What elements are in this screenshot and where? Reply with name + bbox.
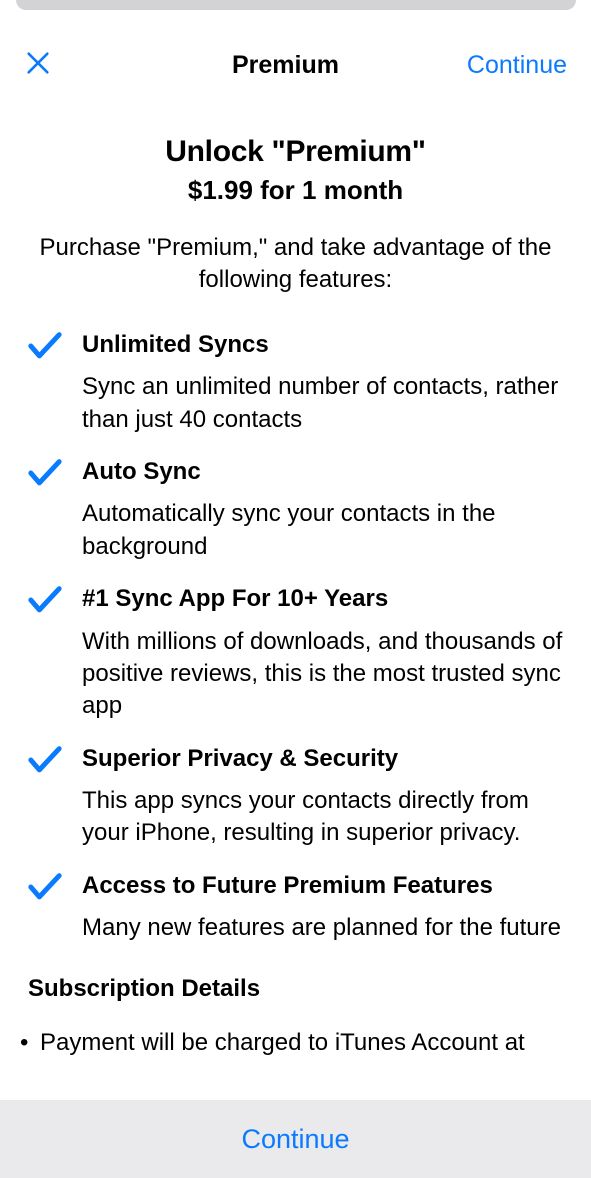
feature-description: Many new features are planned for the fu… [82,912,563,944]
feature-item: Access to Future Premium Features Many n… [28,870,563,945]
sheet-grab-handle[interactable] [16,0,576,10]
feature-description: With millions of downloads, and thousand… [82,626,563,723]
close-button[interactable] [24,49,124,82]
checkmark-icon [28,745,62,775]
subscription-details-header: Subscription Details [0,965,591,1003]
continue-button[interactable]: Continue [0,1100,591,1178]
feature-title: Unlimited Syncs [82,329,563,361]
checkmark-icon [28,331,62,361]
feature-body: Access to Future Premium Features Many n… [82,870,563,945]
feature-item: Auto Sync Automatically sync your contac… [28,456,563,563]
feature-description: Sync an unlimited number of contacts, ra… [82,371,563,436]
continue-button-label: Continue [241,1124,349,1155]
feature-item: Superior Privacy & Security This app syn… [28,743,563,850]
checkmark-icon [28,585,62,615]
feature-item: #1 Sync App For 10+ Years With millions … [28,583,563,723]
feature-body: Unlimited Syncs Sync an unlimited number… [82,329,563,436]
feature-title: Access to Future Premium Features [82,870,563,902]
checkmark-icon [28,458,62,488]
price-line: $1.99 for 1 month [30,175,561,206]
subscription-details-bullet: Payment will be charged to iTunes Accoun… [0,1003,591,1057]
nav-bar: Premium Continue [0,0,591,90]
feature-body: Superior Privacy & Security This app syn… [82,743,563,850]
feature-title: Superior Privacy & Security [82,743,563,775]
close-icon [24,49,52,82]
features-list: Unlimited Syncs Sync an unlimited number… [0,311,591,945]
feature-item: Unlimited Syncs Sync an unlimited number… [28,329,563,436]
hero-section: Unlock "Premium" $1.99 for 1 month Purch… [0,90,591,311]
feature-body: Auto Sync Automatically sync your contac… [82,456,563,563]
feature-title: #1 Sync App For 10+ Years [82,583,563,615]
checkmark-icon [28,872,62,902]
unlock-title: Unlock "Premium" [30,135,561,169]
nav-continue-button[interactable]: Continue [447,51,567,80]
page-title: Premium [124,51,447,80]
scroll-content[interactable]: Unlock "Premium" $1.99 for 1 month Purch… [0,90,591,1100]
feature-title: Auto Sync [82,456,563,488]
feature-description: Automatically sync your contacts in the … [82,498,563,563]
feature-description: This app syncs your contacts directly fr… [82,785,563,850]
hero-description: Purchase "Premium," and take advantage o… [30,232,561,297]
feature-body: #1 Sync App For 10+ Years With millions … [82,583,563,723]
